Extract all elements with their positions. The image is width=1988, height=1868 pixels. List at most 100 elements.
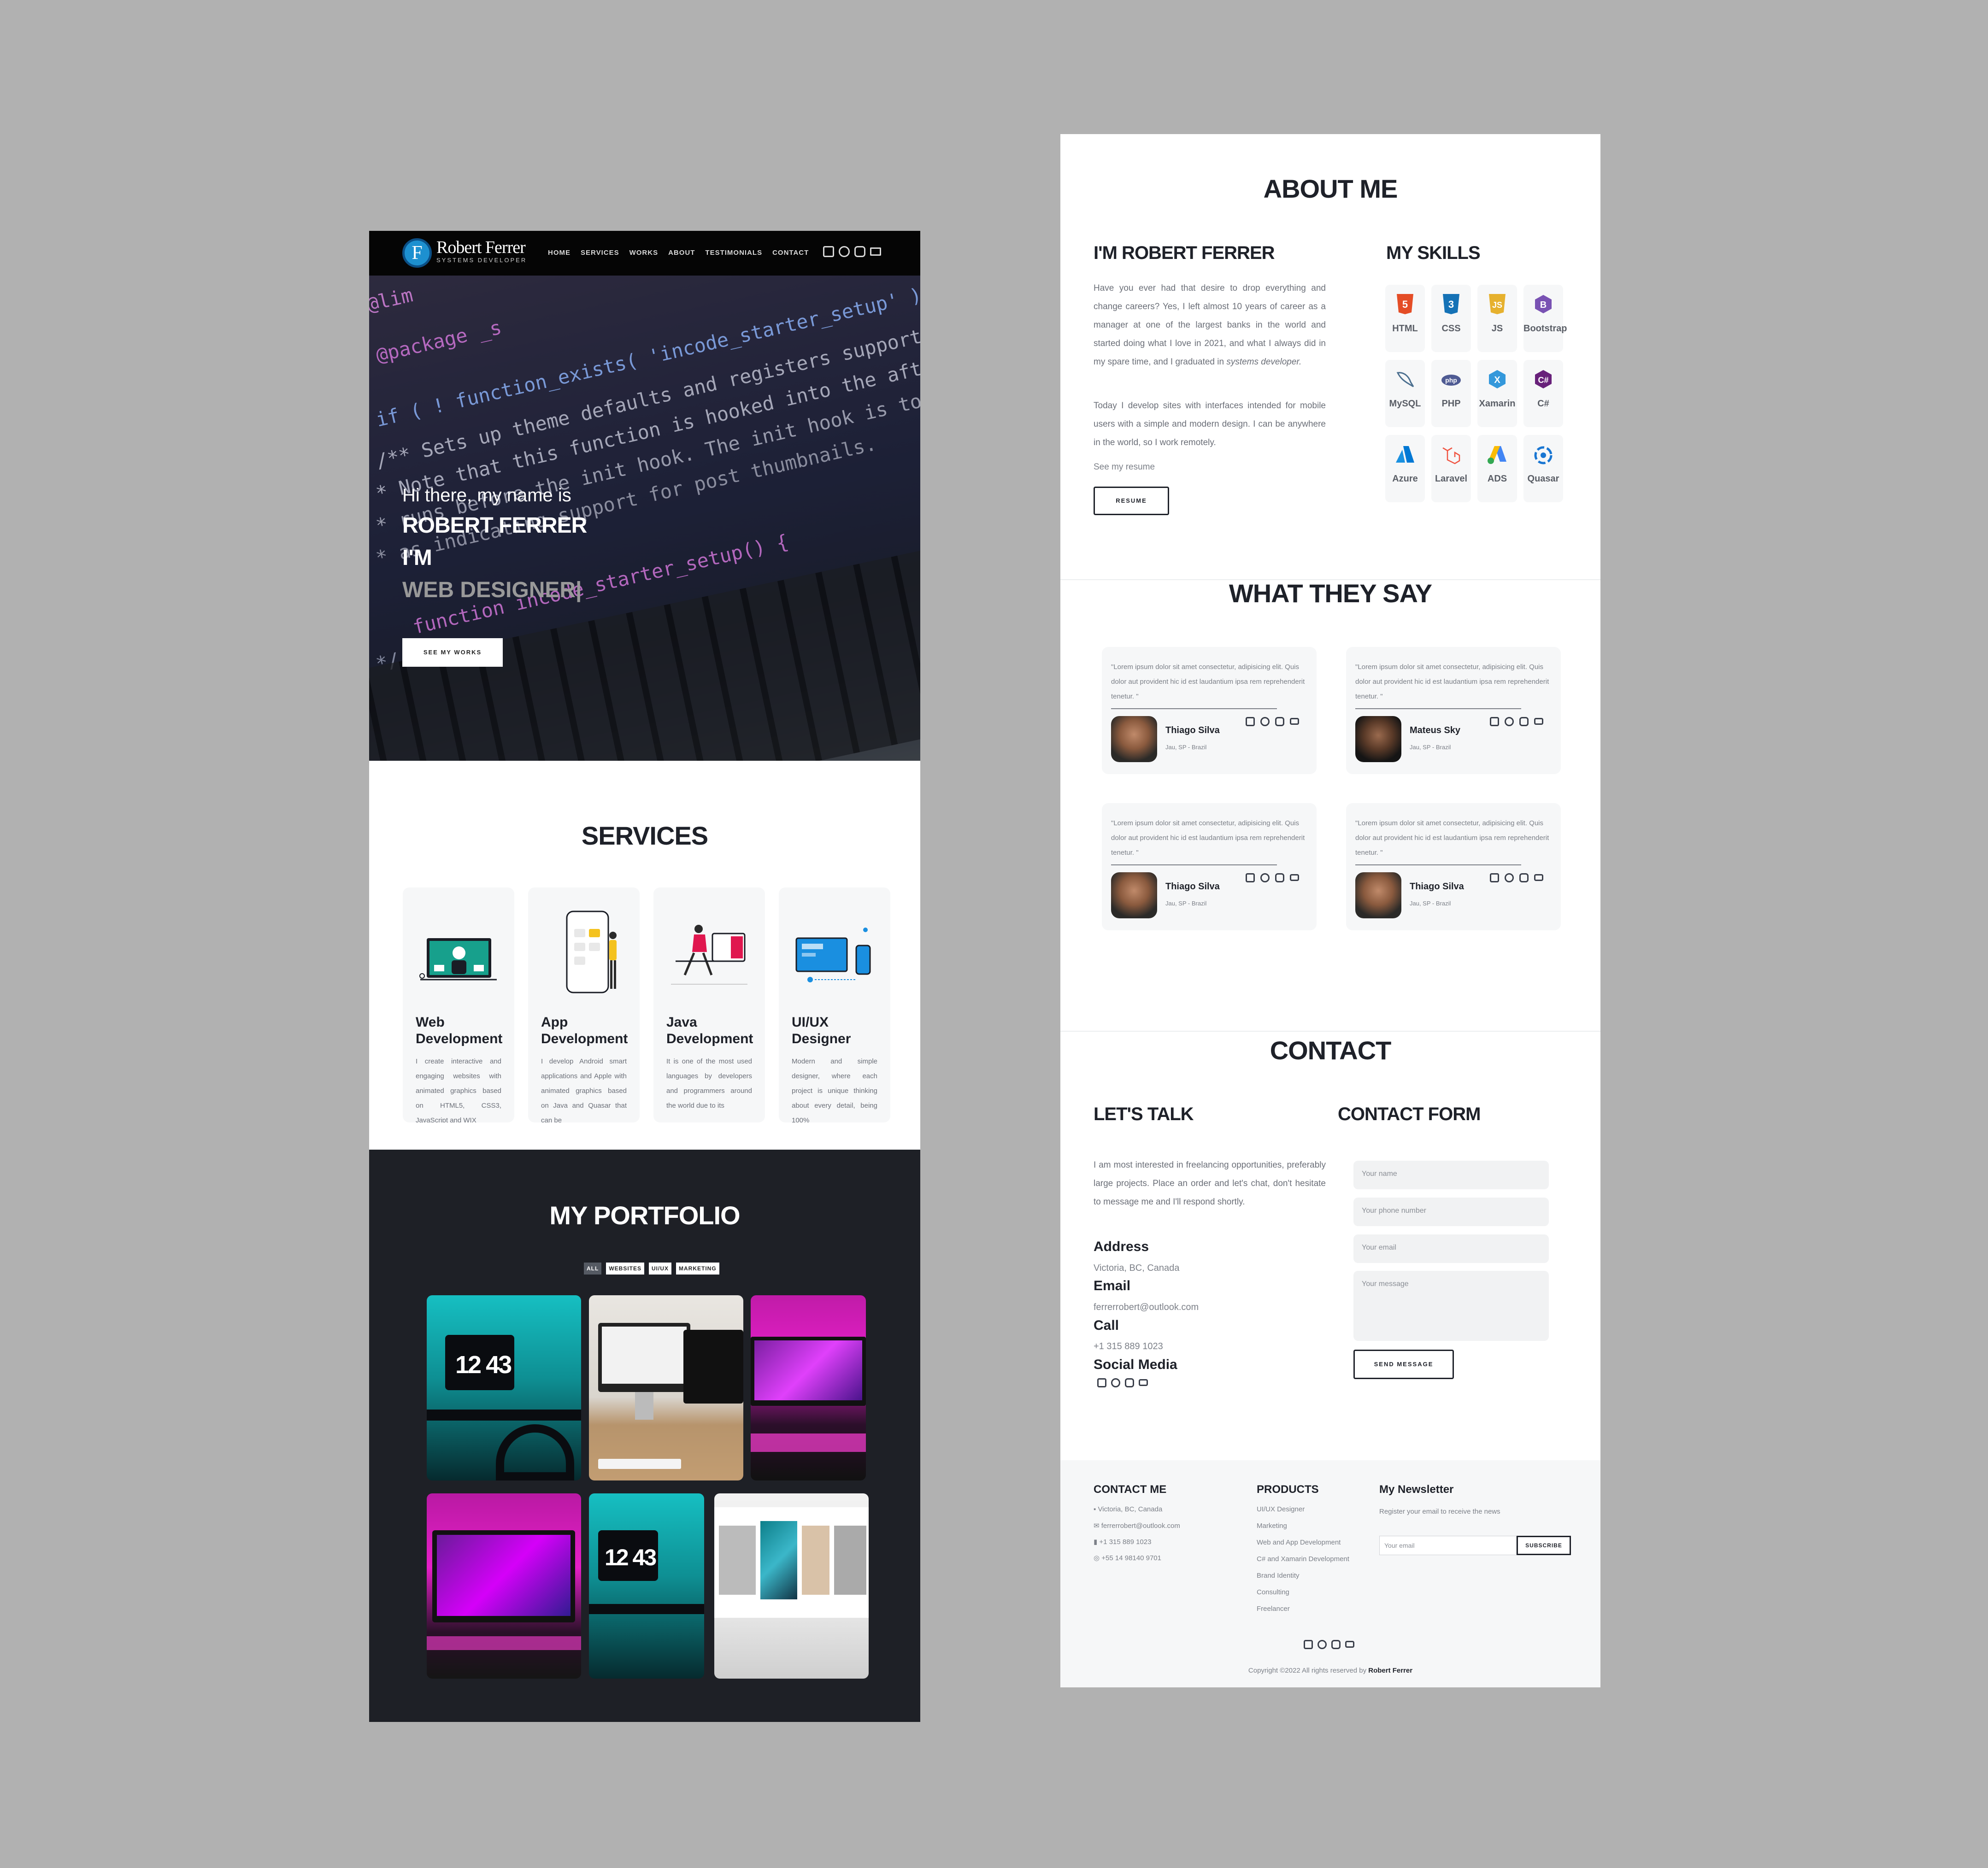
send-message-button[interactable]: SEND MESSAGE — [1353, 1350, 1454, 1379]
testimonial-name: Thiago Silva — [1410, 881, 1464, 892]
testimonial-divider — [1355, 864, 1521, 865]
message-textarea[interactable]: Your message — [1353, 1271, 1549, 1341]
left-page-screenshot: F Robert Ferrer SYSTEMS DEVELOPER HOME S… — [369, 231, 920, 1722]
name-input[interactable]: Your name — [1353, 1161, 1549, 1189]
footer-product-link[interactable]: Consulting — [1257, 1588, 1289, 1596]
subscribe-button[interactable]: SUBSCRIBE — [1517, 1536, 1571, 1555]
nav-works[interactable]: WORKS — [629, 249, 659, 257]
testimonial-card: "Lorem ipsum dolor sit amet consectetur,… — [1102, 803, 1317, 930]
linkedin-icon[interactable] — [1246, 717, 1255, 726]
service-card-uiux[interactable]: UI/UX Designer Modern and simple designe… — [779, 887, 890, 1122]
testimonial-divider — [1111, 864, 1277, 865]
email-input[interactable]: Your email — [1353, 1234, 1549, 1263]
mail-icon[interactable] — [1534, 874, 1543, 881]
service-description: I develop Android smart applications and… — [541, 1057, 627, 1122]
mail-icon[interactable] — [1534, 718, 1543, 725]
google-ads-icon — [1488, 446, 1506, 464]
service-title: Java Development — [666, 1015, 753, 1046]
linkedin-icon[interactable] — [1304, 1640, 1313, 1649]
linkedin-icon[interactable] — [1490, 717, 1499, 726]
instagram-icon[interactable] — [854, 246, 865, 257]
see-resume-link[interactable]: See my resume — [1094, 462, 1155, 472]
footer-whatsapp[interactable]: ◎ +55 14 98140 9701 — [1094, 1554, 1161, 1562]
csharp-icon: C# — [1535, 370, 1552, 388]
service-card-java[interactable]: Java Development It is one of the most u… — [653, 887, 765, 1122]
laravel-icon — [1442, 447, 1460, 464]
nav-testimonials[interactable]: TESTIMONIALS — [705, 249, 762, 257]
footer-email[interactable]: ✉ ferrerrobert@outlook.com — [1094, 1521, 1180, 1530]
logo-name[interactable]: Robert Ferrer — [436, 237, 526, 258]
github-icon[interactable] — [1260, 717, 1270, 726]
mail-icon[interactable] — [1139, 1379, 1148, 1386]
github-icon[interactable] — [1260, 873, 1270, 882]
testimonial-quote: "Lorem ipsum dolor sit amet consectetur,… — [1111, 663, 1305, 700]
footer-phone[interactable]: ▮ +1 315 889 1023 — [1094, 1538, 1151, 1546]
filter-uiux[interactable]: UI/UX — [649, 1263, 672, 1275]
hero-role-typing: WEB DESIGNER| — [402, 578, 582, 602]
filter-marketing[interactable]: MARKETING — [676, 1263, 719, 1275]
social-media-label: Social Media — [1094, 1357, 1177, 1372]
portfolio-item-clock-desk-2[interactable]: 12 43 — [589, 1493, 704, 1679]
portfolio-item-purple-imac[interactable] — [751, 1295, 866, 1480]
skill-js: JS JS — [1477, 285, 1517, 352]
skill-css: 3 CSS — [1431, 285, 1471, 352]
testimonial-location: Jau, SP - Brazil — [1410, 744, 1451, 751]
github-icon[interactable] — [1317, 1640, 1327, 1649]
github-icon[interactable] — [1505, 717, 1514, 726]
skills-heading: MY SKILLS — [1386, 243, 1481, 263]
logo-badge[interactable]: F — [402, 238, 432, 268]
mail-icon[interactable] — [870, 247, 881, 256]
footer-product-link[interactable]: C# and Xamarin Development — [1257, 1555, 1349, 1563]
resume-button[interactable]: RESUME — [1094, 487, 1169, 515]
nav-contact[interactable]: CONTACT — [772, 249, 809, 257]
service-description: Modern and simple designer, where each p… — [792, 1057, 877, 1122]
portfolio-title: MY PORTFOLIO — [549, 1201, 740, 1230]
phone-input[interactable]: Your phone number — [1353, 1198, 1549, 1226]
mail-icon[interactable] — [1290, 718, 1299, 725]
mail-icon[interactable] — [1345, 1641, 1354, 1648]
footer-product-link[interactable]: Freelancer — [1257, 1605, 1290, 1613]
github-icon[interactable] — [1111, 1378, 1120, 1387]
email-value[interactable]: ferrerrobert@outlook.com — [1094, 1302, 1199, 1313]
service-card-web[interactable]: Web Development I create interactive and… — [403, 887, 514, 1122]
footer-product-link[interactable]: Web and App Development — [1257, 1539, 1341, 1546]
github-icon[interactable] — [839, 246, 850, 257]
phone-value[interactable]: +1 315 889 1023 — [1094, 1341, 1163, 1352]
linkedin-icon[interactable] — [1246, 873, 1255, 882]
instagram-icon[interactable] — [1331, 1640, 1341, 1649]
linkedin-icon[interactable] — [1097, 1378, 1106, 1387]
newsletter-email-input[interactable]: Your email — [1379, 1536, 1517, 1555]
footer-product-link[interactable]: Brand Identity — [1257, 1572, 1300, 1580]
instagram-icon[interactable] — [1275, 873, 1284, 882]
instagram-icon[interactable] — [1275, 717, 1284, 726]
avatar — [1111, 716, 1157, 762]
portfolio-item-clock-desk[interactable]: 12 43 — [427, 1295, 581, 1480]
svg-text:B: B — [1540, 300, 1547, 310]
linkedin-icon[interactable] — [823, 246, 834, 257]
service-title: App Development — [541, 1015, 628, 1046]
nav-home[interactable]: HOME — [548, 249, 571, 257]
instagram-icon[interactable] — [1519, 717, 1529, 726]
github-icon[interactable] — [1505, 873, 1514, 882]
portfolio-item-imac-desk[interactable] — [589, 1295, 743, 1480]
azure-icon — [1396, 446, 1414, 463]
services-title: SERVICES — [581, 821, 708, 850]
portfolio-item-purple-imac-2[interactable] — [427, 1493, 581, 1679]
copyright: Copyright ©2022 All rights reserved by R… — [1060, 1667, 1600, 1674]
nav-about[interactable]: ABOUT — [668, 249, 695, 257]
quasar-icon — [1534, 446, 1553, 464]
footer: CONTACT ME ▪ Victoria, BC, Canada ✉ ferr… — [1060, 1460, 1600, 1687]
portfolio-item-gallery-site[interactable] — [714, 1493, 869, 1679]
filter-websites[interactable]: WEBSITES — [606, 1263, 644, 1275]
filter-all[interactable]: ALL — [584, 1263, 602, 1275]
nav-services[interactable]: SERVICES — [581, 249, 619, 257]
linkedin-icon[interactable] — [1490, 873, 1499, 882]
instagram-icon[interactable] — [1125, 1378, 1134, 1387]
footer-product-link[interactable]: UI/UX Designer — [1257, 1505, 1305, 1513]
instagram-icon[interactable] — [1519, 873, 1529, 882]
footer-product-link[interactable]: Marketing — [1257, 1522, 1287, 1530]
service-card-app[interactable]: App Development I develop Android smart … — [528, 887, 640, 1122]
mail-icon[interactable] — [1290, 874, 1299, 881]
skill-label: CSS — [1441, 323, 1461, 334]
see-my-works-button[interactable]: SEE MY WORKS — [402, 638, 503, 667]
